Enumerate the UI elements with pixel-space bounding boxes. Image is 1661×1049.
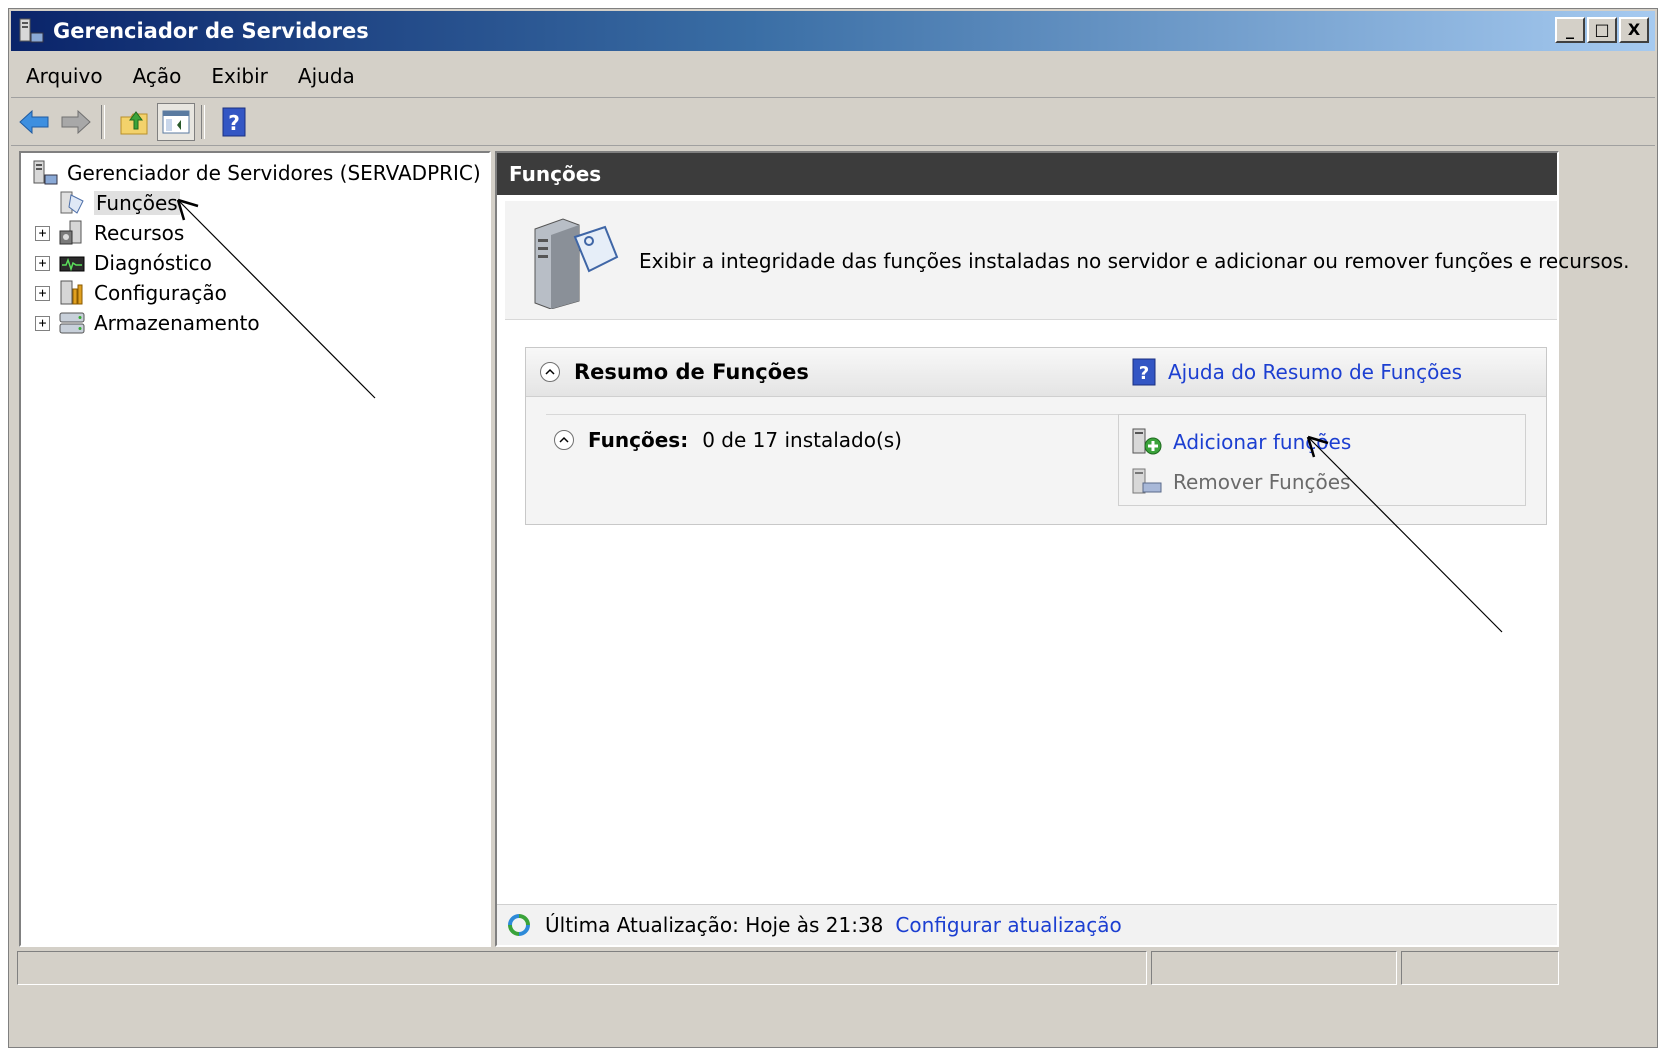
tree-item-label: Configuração	[94, 281, 227, 305]
expand-toggle[interactable]: +	[35, 315, 50, 331]
svg-text:?: ?	[228, 111, 240, 135]
roles-count: 0 de 17 instalado(s)	[702, 428, 902, 452]
tree-item-label: Diagnóstico	[94, 251, 212, 275]
tree-item-diagnostico[interactable]: + Diagnóstico	[35, 249, 212, 277]
remove-roles-icon	[1132, 468, 1162, 494]
chevron-up-icon	[545, 368, 555, 375]
tree-item-configuracao[interactable]: + Configuração	[35, 279, 227, 307]
roles-summary-title: Resumo de Funções	[574, 360, 809, 384]
server-roles-icon	[534, 218, 619, 309]
expand-toggle[interactable]: +	[35, 285, 50, 301]
collapse-roles-button[interactable]	[554, 430, 574, 450]
details-pane: Funções Exibir a integridade das funções…	[495, 151, 1630, 947]
toolbar-separator	[201, 105, 205, 139]
add-roles-link[interactable]: Adicionar funções	[1173, 430, 1351, 454]
server-manager-window: Gerenciador de Servidores _ □ X Arquivo …	[8, 8, 1658, 1048]
diagnostics-icon	[59, 256, 85, 272]
menu-acao[interactable]: Ação	[118, 64, 197, 88]
expand-toggle[interactable]: +	[35, 225, 50, 241]
description-banner: Exibir a integridade das funções instala…	[505, 201, 1630, 320]
help-icon: ?	[1132, 358, 1156, 386]
forward-arrow-icon	[61, 109, 91, 135]
tree-item-armazenamento[interactable]: + Armazenamento	[35, 309, 260, 337]
menu-arquivo[interactable]: Arquivo	[11, 64, 118, 88]
last-refresh-text: Última Atualização: Hoje às 21:38	[545, 913, 884, 937]
server-manager-icon	[33, 160, 58, 185]
expand-toggle[interactable]: +	[35, 255, 50, 271]
toolbar: ?	[11, 99, 1655, 146]
roles-summary-help[interactable]: ? Ajuda do Resumo de Funções	[1132, 358, 1462, 386]
title-bar[interactable]: Gerenciador de Servidores _ □ X	[11, 11, 1655, 51]
storage-icon	[59, 312, 85, 334]
installed-roles-row: Funções: 0 de 17 instalado(s)	[554, 428, 902, 452]
pane-header: Funções	[497, 153, 1557, 195]
status-cell-3	[1401, 951, 1559, 985]
help-icon: ?	[222, 107, 246, 137]
remove-roles-action[interactable]: Remover Funções	[1131, 467, 1350, 497]
collapse-summary-button[interactable]	[540, 362, 560, 382]
add-roles-icon	[1132, 428, 1162, 455]
configuration-icon	[60, 280, 83, 305]
status-cell-2	[1151, 951, 1397, 985]
tree-item-label: Funções	[94, 191, 180, 215]
status-cell-main	[17, 951, 1147, 985]
help-button[interactable]: ?	[215, 103, 253, 141]
maximize-button[interactable]: □	[1587, 17, 1617, 43]
roles-label: Funções:	[588, 428, 689, 452]
toolbar-separator	[101, 105, 105, 139]
roles-icon	[60, 191, 84, 214]
roles-actions-panel: Adicionar funções Remover Funções	[1118, 414, 1526, 506]
refresh-status-bar: Última Atualização: Hoje às 21:38 Config…	[497, 904, 1557, 945]
roles-summary-section: Resumo de Funções ? Ajuda do Resumo de F…	[525, 347, 1547, 525]
tree-root-server[interactable]: Gerenciador de Servidores (SERVADPRIC)	[31, 159, 481, 187]
back-button[interactable]	[15, 103, 53, 141]
roles-summary-header: Resumo de Funções ? Ajuda do Resumo de F…	[526, 348, 1546, 397]
console-tree: Gerenciador de Servidores (SERVADPRIC) F…	[19, 151, 491, 947]
tree-item-label: Recursos	[94, 221, 185, 245]
server-manager-icon	[19, 18, 44, 43]
status-bar	[17, 951, 1559, 985]
tree-root-label: Gerenciador de Servidores (SERVADPRIC)	[67, 161, 481, 185]
svg-text:?: ?	[1139, 363, 1149, 384]
description-text: Exibir a integridade das funções instala…	[639, 249, 1630, 273]
menu-ajuda[interactable]: Ajuda	[283, 64, 370, 88]
forward-button[interactable]	[57, 103, 95, 141]
show-hide-tree-icon	[162, 110, 190, 134]
features-icon	[59, 220, 82, 245]
close-button[interactable]: X	[1619, 17, 1649, 43]
refresh-icon	[508, 914, 530, 936]
window-controls: _ □ X	[1555, 17, 1649, 43]
chevron-up-icon	[559, 436, 569, 443]
add-roles-action[interactable]: Adicionar funções	[1131, 427, 1351, 457]
configure-refresh-link[interactable]: Configurar atualização	[895, 913, 1121, 937]
minimize-button[interactable]: _	[1555, 17, 1585, 43]
up-folder-icon	[120, 111, 148, 135]
menu-bar: Arquivo Ação Exibir Ajuda	[11, 55, 1655, 98]
show-hide-tree-button[interactable]	[157, 103, 195, 141]
menu-exibir[interactable]: Exibir	[196, 64, 283, 88]
pane-title: Funções	[509, 162, 602, 186]
tree-item-funcoes[interactable]: Funções	[58, 189, 180, 217]
back-arrow-icon	[19, 109, 49, 135]
up-one-level-button[interactable]	[115, 103, 153, 141]
tree-item-label: Armazenamento	[94, 311, 260, 335]
remove-roles-link[interactable]: Remover Funções	[1173, 470, 1350, 494]
window-title: Gerenciador de Servidores	[53, 19, 369, 43]
roles-summary-help-link[interactable]: Ajuda do Resumo de Funções	[1168, 360, 1462, 384]
tree-item-recursos[interactable]: + Recursos	[35, 219, 184, 247]
